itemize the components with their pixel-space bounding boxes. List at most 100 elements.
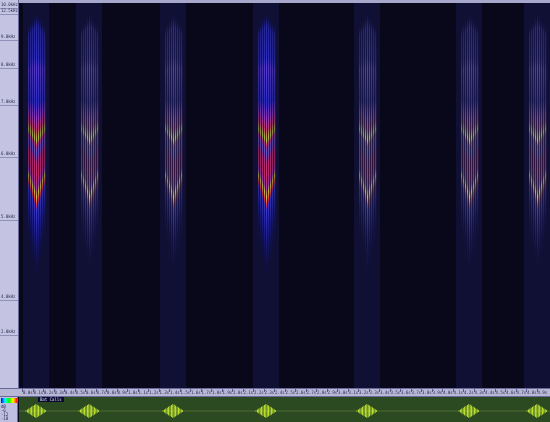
burst-harmonic [543, 21, 545, 253]
burst-harmonic [34, 15, 36, 271]
time-tick-label: 3.8s [422, 390, 432, 395]
waveform-area: dB -6 -12 -18 Bat Calls [0, 397, 550, 422]
time-tick-label: 1.9s [222, 390, 233, 395]
time-tick-label: 3.3s [369, 390, 380, 395]
burst-harmonic [175, 15, 177, 271]
spectrogram-canvas[interactable] [19, 0, 550, 388]
time-tick-label: 2.5s [285, 390, 296, 395]
burst-harmonic [30, 21, 32, 253]
frequency-tick-label: 4.0kHz [1, 294, 16, 299]
time-tick-label: 4.4s [485, 390, 495, 395]
time-tick-label: 2.9s [327, 390, 338, 395]
time-tick-label: 4.7s [516, 390, 527, 395]
frequency-tick-label: 10.0kHz [1, 2, 18, 7]
burst-harmonic [42, 21, 44, 253]
frequency-tick-label: 6.0kHz [1, 151, 16, 156]
waveform-sidebar: dB -6 -12 -18 [0, 397, 18, 422]
time-tick-label: 3.1s [348, 390, 359, 395]
top-scroll-strip[interactable] [19, 0, 550, 3]
time-tick-label: 4.1s [453, 390, 464, 395]
time-ruler[interactable]: 0.0s 0.1s 0.2s 0.3s 0.4s 0.5s 0.6s 0.7s 0.8s 0.9s… [0, 388, 550, 397]
waveform-burst [25, 404, 47, 418]
time-tick-label: 1.5s [180, 390, 191, 395]
waveform-canvas[interactable] [19, 397, 550, 422]
call-burst [354, 0, 380, 388]
time-tick-label: 0.9s [117, 390, 128, 395]
burst-harmonic [373, 21, 375, 253]
burst-harmonic [535, 15, 537, 271]
spectrogram-view[interactable] [19, 0, 550, 388]
time-tick-label: 2.3s [264, 390, 275, 395]
frequency-tick-mark [0, 220, 18, 221]
burst-harmonic [83, 21, 85, 253]
burst-harmonic [173, 12, 175, 280]
time-tick-label: 0.2s [44, 390, 54, 395]
time-tick-label: 0.0s [23, 390, 33, 395]
frequency-ruler[interactable]: 10.0kHz 12.5kHz 9.0kHz 8.0kHz 7.0kHz 6.0kHz 5.… [0, 0, 19, 396]
time-tick-label: 1.6s [191, 390, 201, 395]
burst-harmonic [529, 24, 531, 244]
burst-harmonic [363, 18, 365, 262]
time-tick-label: 3.0s [338, 390, 348, 395]
time-tick-label: 0.4s [65, 390, 75, 395]
time-tick-label: 4.5s [495, 390, 506, 395]
time-tick-label: 1.4s [170, 390, 180, 395]
burst-harmonic [95, 21, 97, 253]
burst-harmonic [266, 12, 268, 280]
time-tick-label: 1.7s [201, 390, 212, 395]
frequency-tick-mark [0, 105, 18, 106]
burst-harmonic [97, 24, 99, 244]
frequency-tick-label: 2.0kHz [1, 329, 16, 334]
burst-harmonic [32, 18, 34, 262]
time-tick-label: 0.3s [54, 390, 65, 395]
burst-harmonic [93, 18, 95, 262]
burst-harmonic [375, 24, 377, 244]
burst-harmonic [471, 15, 473, 271]
burst-harmonic [264, 15, 266, 271]
frequency-tick-mark [0, 40, 18, 41]
time-tick-label: 3.9s [432, 390, 443, 395]
time-tick-label: 4.8s [527, 390, 537, 395]
burst-harmonic [181, 24, 183, 244]
burst-harmonic [28, 24, 30, 244]
burst-harmonic [177, 18, 179, 262]
time-tick-label: 4.6s [506, 390, 516, 395]
burst-harmonic [171, 15, 173, 271]
burst-harmonic [274, 24, 276, 244]
burst-harmonic [165, 24, 167, 244]
frequency-tick-label: 8.0kHz [1, 62, 16, 67]
burst-harmonic [533, 18, 535, 262]
time-tick-label: 2.7s [306, 390, 317, 395]
time-tick-label: 2.0s [233, 390, 243, 395]
waveform-burst [255, 404, 277, 418]
time-tick-label: 3.7s [411, 390, 422, 395]
time-tick-label: 1.1s [138, 390, 149, 395]
color-palette-icon[interactable] [1, 398, 17, 403]
track-name-label: Bat Calls [38, 397, 64, 402]
burst-harmonic [467, 15, 469, 271]
burst-harmonic [268, 15, 270, 271]
frequency-tick-mark [0, 157, 18, 158]
call-burst [76, 0, 102, 388]
frequency-tick-label: 7.0kHz [1, 99, 16, 104]
burst-harmonic [270, 18, 272, 262]
burst-harmonic [541, 18, 543, 262]
time-tick-label: 0.6s [86, 390, 96, 395]
burst-harmonic [272, 21, 274, 253]
burst-harmonic [371, 18, 373, 262]
frequency-tick-mark [0, 300, 18, 301]
time-tick-label: 2.8s [317, 390, 327, 395]
burst-harmonic [359, 24, 361, 244]
time-tick-label: 3.2s [359, 390, 369, 395]
waveform-view[interactable]: Bat Calls [19, 397, 550, 422]
call-burst [160, 0, 186, 388]
time-tick-label: 4.0s [443, 390, 453, 395]
time-tick-label: 1.0s [128, 390, 138, 395]
burst-harmonic [469, 12, 471, 280]
time-tick-label: 0.8s [107, 390, 117, 395]
burst-harmonic [463, 21, 465, 253]
time-tick-label: 0.7s [96, 390, 107, 395]
burst-harmonic [539, 15, 541, 271]
burst-harmonic [461, 24, 463, 244]
time-tick-label: 4.2s [464, 390, 474, 395]
